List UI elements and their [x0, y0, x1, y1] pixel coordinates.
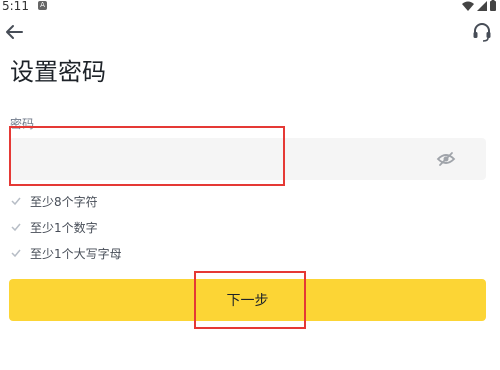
password-label: 密码: [10, 117, 35, 131]
battery-icon: [490, 0, 496, 11]
rule-text: 至少1个数字: [30, 220, 98, 235]
back-arrow-icon: [6, 25, 23, 39]
wifi-icon: [462, 1, 474, 11]
top-bar: [0, 20, 500, 50]
notification-icon: A: [38, 1, 47, 10]
password-rules: 至少8个字符 至少1个数字 至少1个大写字母: [10, 188, 122, 266]
status-icons: [462, 0, 496, 11]
check-icon: [11, 223, 21, 232]
eye-off-icon: [436, 152, 456, 166]
back-button[interactable]: [2, 20, 26, 44]
headset-icon: [473, 23, 491, 42]
visibility-toggle[interactable]: [436, 149, 456, 169]
password-field: [9, 138, 486, 180]
rule-text: 至少8个字符: [30, 194, 98, 209]
next-button[interactable]: 下一步: [9, 279, 486, 321]
check-icon: [11, 197, 21, 206]
rule-min-length: 至少8个字符: [10, 188, 122, 214]
password-input[interactable]: [9, 138, 429, 180]
support-button[interactable]: [470, 20, 494, 44]
page-title: 设置密码: [10, 58, 106, 86]
check-icon: [11, 249, 21, 258]
rule-uppercase: 至少1个大写字母: [10, 240, 122, 266]
rule-number: 至少1个数字: [10, 214, 122, 240]
status-bar: 5:11 A: [0, 0, 500, 14]
signal-icon: [477, 0, 487, 11]
rule-text: 至少1个大写字母: [30, 246, 122, 261]
status-time: 5:11: [2, 0, 29, 13]
